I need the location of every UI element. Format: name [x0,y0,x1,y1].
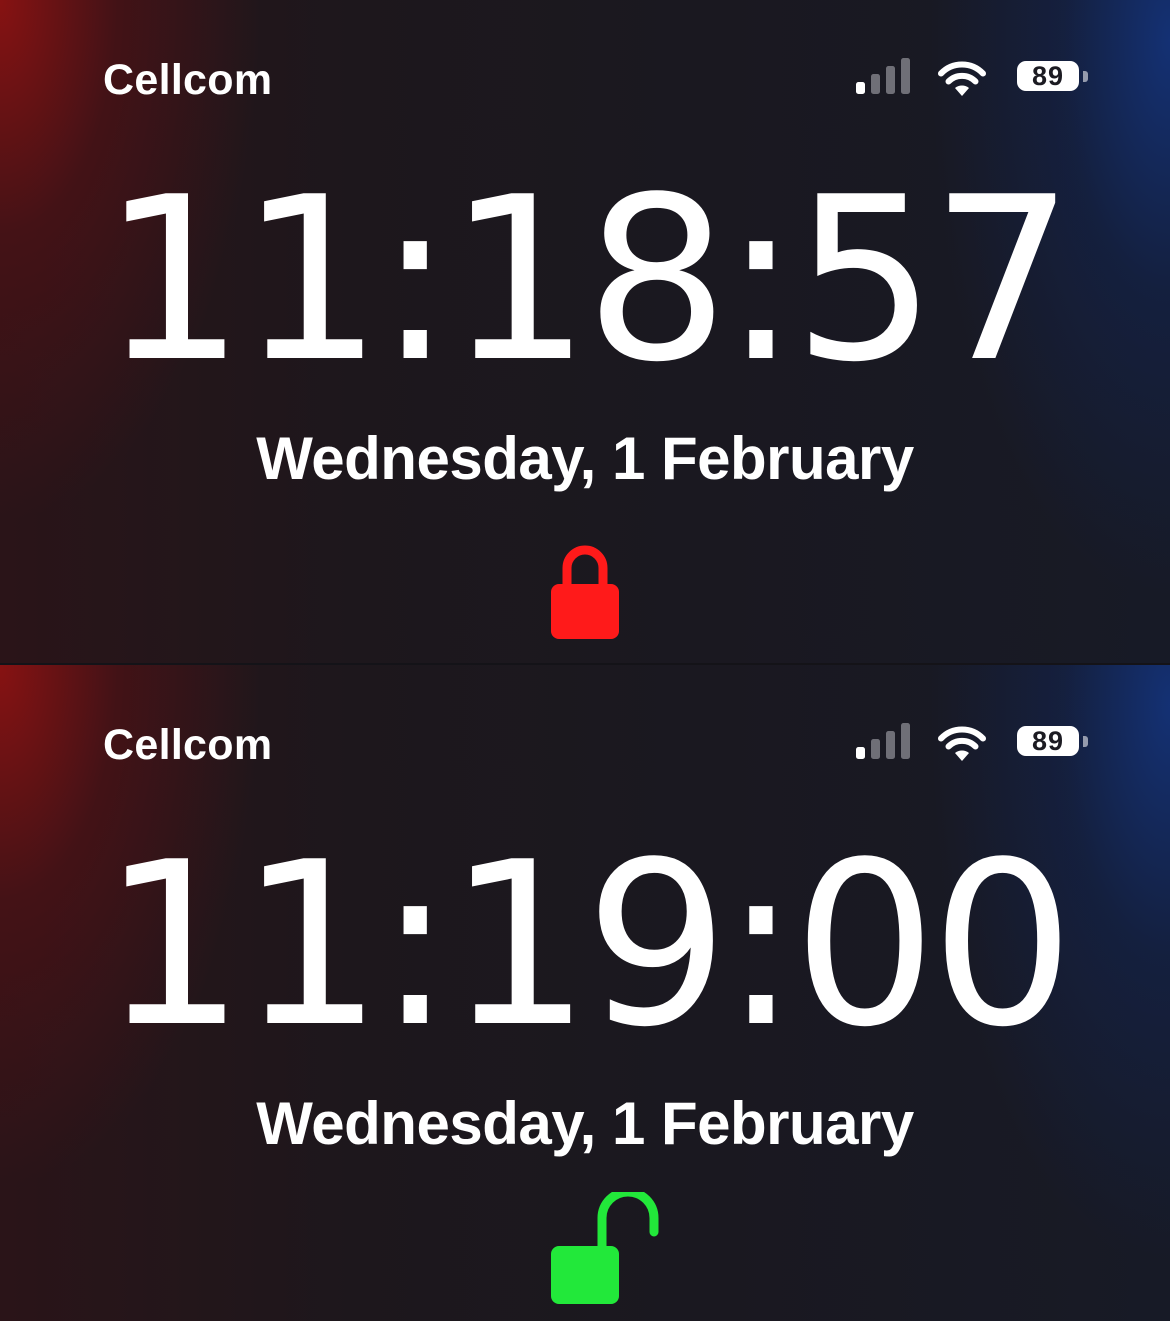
battery-icon: 89 [1017,61,1091,93]
wifi-icon [938,61,986,96]
clock-time: 11:19:00 [101,814,1074,1077]
wifi-icon [938,726,986,761]
status-bar-icons: 89 [852,56,1102,100]
status-bar-icons: 89 [852,721,1102,765]
carrier-name: Cellcom [103,721,273,769]
lock-screen-locked: Cellcom 89 11:18:57 Wednesday, 1 Februar… [0,0,1170,663]
date-label: Wednesday, 1 February [256,1090,914,1157]
lock-closed-icon [551,545,619,639]
battery-level: 89 [1031,61,1065,91]
carrier-name: Cellcom [103,56,273,104]
battery-icon: 89 [1017,726,1091,758]
cellular-signal-icon [856,58,910,94]
lock-screen-unlocked: Cellcom 89 11:19:00 Wednesday, 1 Februar… [0,665,1170,1321]
battery-level: 89 [1031,726,1065,756]
date-label: Wednesday, 1 February [256,425,914,492]
clock-time: 11:18:57 [101,149,1074,412]
lock-open-icon [551,1192,659,1304]
cellular-signal-icon [856,723,910,759]
